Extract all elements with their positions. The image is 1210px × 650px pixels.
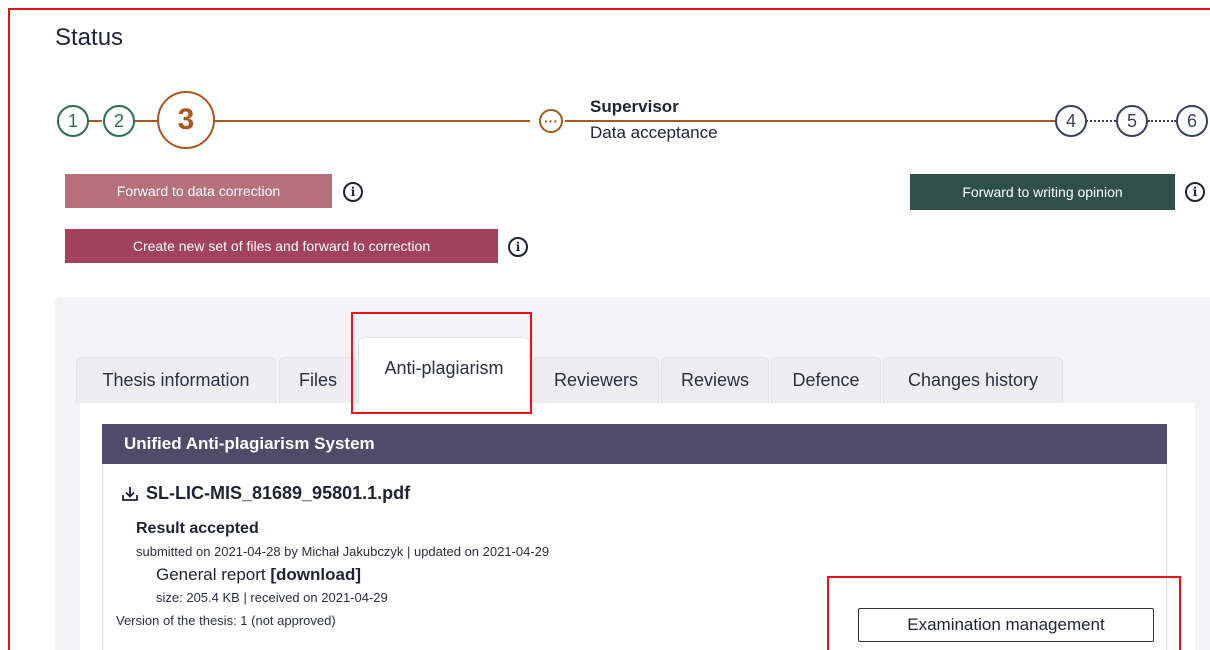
info-icon[interactable]: i	[343, 182, 363, 202]
progress-line-a	[88, 120, 102, 122]
tab-reviews[interactable]: Reviews	[661, 357, 769, 403]
download-icon	[122, 486, 138, 501]
report-meta: size: 205.4 KB | received on 2021-04-29	[156, 590, 388, 605]
step-2[interactable]: 2	[103, 105, 135, 137]
report-label: General report	[156, 565, 266, 584]
progress-line-b	[134, 120, 158, 122]
highlight-box-tab	[351, 312, 532, 414]
tab-defence[interactable]: Defence	[771, 357, 881, 403]
tab-thesis-information[interactable]: Thesis information	[76, 357, 276, 403]
create-new-set-button[interactable]: Create new set of files and forward to c…	[65, 229, 498, 263]
file-name: SL-LIC-MIS_81689_95801.1.pdf	[146, 483, 411, 503]
forward-data-correction-button[interactable]: Forward to data correction	[65, 174, 332, 208]
general-report: General report [download]	[156, 565, 361, 585]
file-download-link[interactable]: SL-LIC-MIS_81689_95801.1.pdf	[120, 483, 410, 504]
step-substep-icon: ···	[539, 109, 563, 133]
progress-dots-b	[1148, 120, 1176, 122]
tab-files[interactable]: Files	[279, 357, 357, 403]
supervisor-subtitle: Data acceptance	[590, 123, 718, 142]
page-title: Status	[55, 24, 124, 51]
section-header: Unified Anti-plagiarism System	[102, 424, 1167, 464]
supervisor-title: Supervisor	[590, 97, 679, 116]
result-status: Result accepted	[136, 520, 259, 537]
submission-info: submitted on 2021-04-28 by Michał Jakubc…	[136, 544, 550, 559]
step-5[interactable]: 5	[1116, 105, 1148, 137]
highlight-box-exam	[827, 576, 1181, 650]
tab-reviewers[interactable]: Reviewers	[533, 357, 659, 403]
progress-line-d	[565, 120, 1055, 122]
info-icon[interactable]: i	[1185, 182, 1205, 202]
step-1[interactable]: 1	[57, 105, 89, 137]
thesis-version: Version of the thesis: 1 (not approved)	[116, 613, 336, 628]
step-6[interactable]: 6	[1176, 105, 1208, 137]
report-download-link[interactable]: [download]	[270, 565, 361, 584]
forward-writing-opinion-button[interactable]: Forward to writing opinion	[910, 174, 1175, 210]
step-3-current[interactable]: 3	[157, 91, 215, 149]
info-icon[interactable]: i	[508, 237, 528, 257]
progress-line-c	[214, 120, 530, 122]
step-4[interactable]: 4	[1055, 105, 1087, 137]
tab-changes-history[interactable]: Changes history	[883, 357, 1063, 403]
progress-dots-a	[1086, 120, 1116, 122]
